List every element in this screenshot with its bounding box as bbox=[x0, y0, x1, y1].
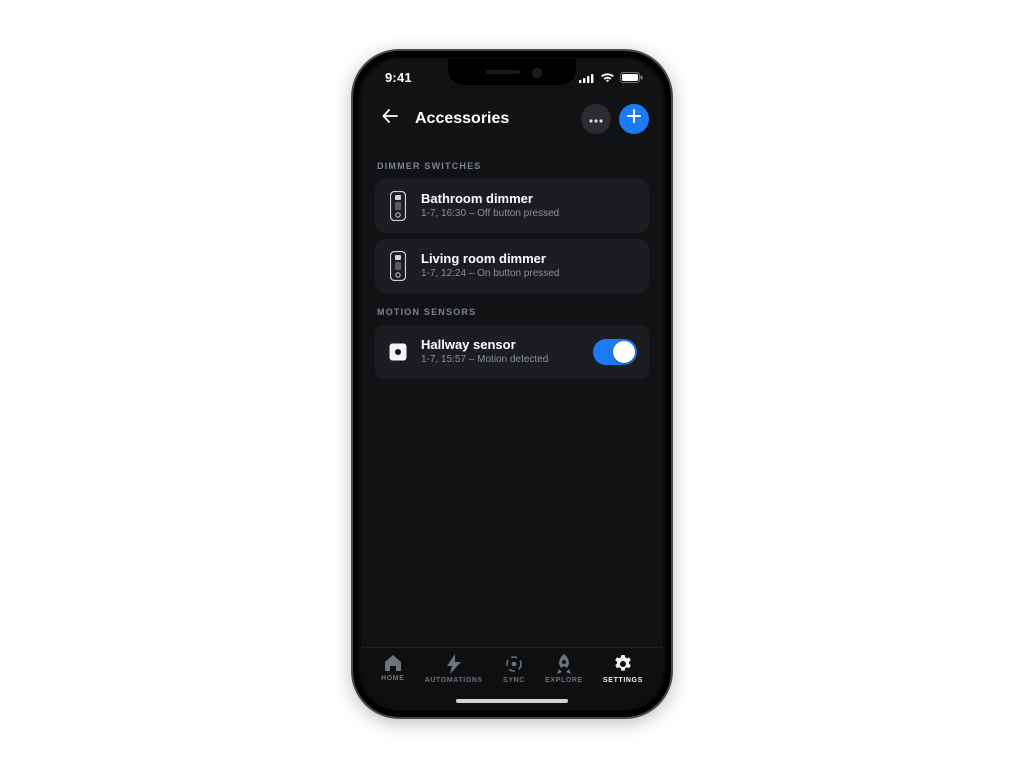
sensor-toggle[interactable] bbox=[593, 339, 637, 365]
wifi-icon bbox=[600, 73, 615, 83]
rocket-icon bbox=[555, 654, 573, 674]
bolt-icon bbox=[447, 654, 461, 674]
device-subtitle: 1-7, 12:24 – On button pressed bbox=[421, 268, 637, 279]
side-button bbox=[351, 279, 353, 327]
tab-label: SETTINGS bbox=[603, 677, 643, 684]
more-horizontal-icon bbox=[589, 110, 603, 128]
screen: 9:41 bbox=[361, 59, 663, 709]
content[interactable]: DIMMER SWITCHES Bathroom dimm bbox=[361, 141, 663, 647]
side-button bbox=[671, 231, 673, 301]
page-title: Accessories bbox=[415, 110, 571, 128]
status-bar-right bbox=[579, 72, 643, 83]
side-button bbox=[351, 221, 353, 269]
device-subtitle: 1-7, 15:57 – Motion detected bbox=[421, 354, 581, 365]
tab-home[interactable]: HOME bbox=[381, 654, 404, 682]
section-label-motion: MOTION SENSORS bbox=[375, 293, 649, 325]
add-button[interactable] bbox=[619, 104, 649, 134]
battery-icon bbox=[620, 72, 643, 83]
device-row-hallway-sensor[interactable]: Hallway sensor 1-7, 15:57 – Motion detec… bbox=[375, 325, 649, 379]
device-title: Hallway sensor bbox=[421, 338, 581, 353]
motion-sensor-icon bbox=[387, 335, 409, 369]
notch bbox=[448, 59, 576, 85]
home-icon bbox=[383, 654, 403, 672]
tab-settings[interactable]: SETTINGS bbox=[603, 654, 643, 684]
device-title: Bathroom dimmer bbox=[421, 192, 637, 207]
status-time: 9:41 bbox=[385, 70, 412, 85]
tab-explore[interactable]: EXPLORE bbox=[545, 654, 583, 684]
sync-icon bbox=[504, 654, 524, 674]
tab-automations[interactable]: AUTOMATIONS bbox=[425, 654, 483, 684]
home-indicator[interactable] bbox=[456, 699, 568, 703]
device-row-bathroom-dimmer[interactable]: Bathroom dimmer 1-7, 16:30 – Off button … bbox=[375, 179, 649, 233]
phone-frame: 9:41 bbox=[351, 49, 673, 719]
cellular-icon bbox=[579, 73, 595, 83]
arrow-left-icon bbox=[382, 109, 398, 128]
toggle-knob bbox=[613, 341, 635, 363]
tab-label: EXPLORE bbox=[545, 677, 583, 684]
plus-icon bbox=[627, 109, 641, 128]
tab-sync[interactable]: SYNC bbox=[503, 654, 525, 684]
dimmer-switch-icon bbox=[387, 189, 409, 223]
gear-icon bbox=[613, 654, 633, 674]
back-button[interactable] bbox=[375, 104, 405, 134]
device-subtitle: 1-7, 16:30 – Off button pressed bbox=[421, 208, 637, 219]
section-label-dimmers: DIMMER SWITCHES bbox=[375, 147, 649, 179]
more-button[interactable] bbox=[581, 104, 611, 134]
device-title: Living room dimmer bbox=[421, 252, 637, 267]
side-button bbox=[351, 171, 353, 199]
dimmer-switch-icon bbox=[387, 249, 409, 283]
tab-label: HOME bbox=[381, 675, 404, 682]
tab-label: AUTOMATIONS bbox=[425, 677, 483, 684]
tab-label: SYNC bbox=[503, 677, 525, 684]
device-row-living-room-dimmer[interactable]: Living room dimmer 1-7, 12:24 – On butto… bbox=[375, 239, 649, 293]
page-header: Accessories bbox=[361, 97, 663, 141]
